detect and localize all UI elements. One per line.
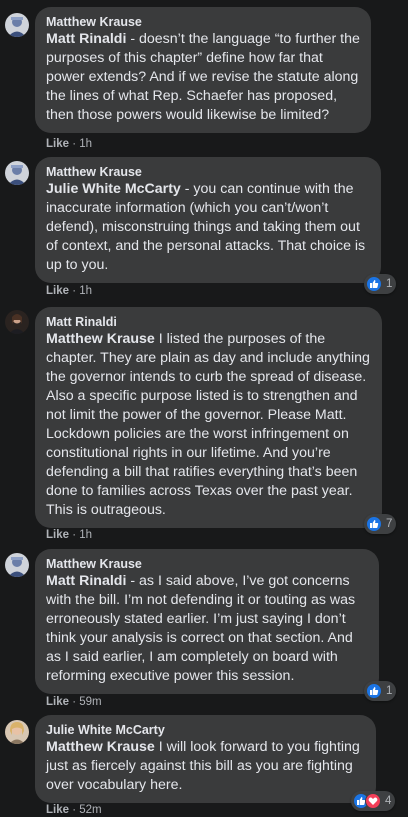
comment-body: - as I said above, I’ve got concerns wit…: [46, 573, 356, 684]
reaction-summary[interactable]: 4: [351, 791, 396, 811]
comment-bubble: Matt Rinaldi Matthew Krause I listed the…: [35, 307, 382, 528]
meta-separator: ·: [69, 529, 80, 541]
reaction-count: 7: [386, 518, 393, 530]
avatar[interactable]: [5, 310, 29, 334]
reaction-summary[interactable]: 1: [364, 681, 397, 701]
comment-author[interactable]: Julie White McCarty: [46, 722, 365, 738]
mention-link[interactable]: Matthew Krause: [46, 739, 155, 755]
reaction-count: 1: [386, 685, 393, 697]
comment-meta: Like · 1h: [46, 137, 92, 151]
reaction-summary[interactable]: 1: [364, 274, 397, 294]
comment-body: I listed the purposes of the chapter. Th…: [46, 331, 370, 518]
comment-timestamp[interactable]: 1h: [79, 138, 92, 150]
comment-author[interactable]: Matthew Krause: [46, 14, 360, 30]
comment-meta: Like · 52m: [46, 803, 102, 817]
comment-bubble: Julie White McCarty Matthew Krause I wil…: [35, 715, 376, 803]
meta-separator: ·: [69, 285, 80, 297]
meta-separator: ·: [69, 138, 80, 150]
comment-text: Matthew Krause I listed the purposes of …: [46, 330, 371, 520]
mention-link[interactable]: Matt Rinaldi: [46, 31, 126, 47]
heart-icon: [365, 793, 381, 809]
reaction-summary[interactable]: 7: [364, 514, 397, 534]
thumbs-up-icon: [366, 683, 382, 699]
comment-timestamp[interactable]: 1h: [79, 529, 92, 541]
avatar-image: [5, 720, 29, 744]
avatar[interactable]: [5, 720, 29, 744]
mention-link[interactable]: Julie White McCarty: [46, 181, 181, 197]
avatar-image: [5, 161, 29, 185]
comment-author[interactable]: Matthew Krause: [46, 164, 370, 180]
comment-text: Matt Rinaldi - doesn’t the language “to …: [46, 30, 360, 125]
comment-meta: Like · 59m: [46, 695, 102, 709]
comment-text: Julie White McCarty - you can continue w…: [46, 180, 370, 275]
comment-bubble: Matthew Krause Julie White McCarty - you…: [35, 157, 381, 283]
like-button[interactable]: Like: [46, 285, 69, 297]
like-button[interactable]: Like: [46, 529, 69, 541]
reaction-count: 4: [385, 795, 392, 807]
avatar-image: [5, 13, 29, 37]
reaction-count: 1: [386, 278, 393, 290]
comment-bubble: Matthew Krause Matt Rinaldi - doesn’t th…: [35, 7, 371, 133]
comment-text: Matthew Krause I will look forward to yo…: [46, 738, 365, 795]
thumbs-up-icon: [366, 276, 382, 292]
comment-author[interactable]: Matthew Krause: [46, 556, 368, 572]
avatar[interactable]: [5, 161, 29, 185]
meta-separator: ·: [69, 804, 80, 816]
like-button[interactable]: Like: [46, 696, 69, 708]
comment-timestamp[interactable]: 52m: [79, 804, 101, 816]
comment-timestamp[interactable]: 1h: [79, 285, 92, 297]
comment-meta: Like · 1h: [46, 284, 92, 298]
comment-bubble: Matthew Krause Matt Rinaldi - as I said …: [35, 549, 379, 694]
comment-meta: Like · 1h: [46, 528, 92, 542]
avatar[interactable]: [5, 13, 29, 37]
mention-link[interactable]: Matt Rinaldi: [46, 573, 126, 589]
avatar-image: [5, 310, 29, 334]
avatar-image: [5, 553, 29, 577]
like-button[interactable]: Like: [46, 138, 69, 150]
comment-timestamp[interactable]: 59m: [79, 696, 101, 708]
thumbs-up-icon: [366, 516, 382, 532]
comment-text: Matt Rinaldi - as I said above, I’ve got…: [46, 572, 368, 686]
meta-separator: ·: [69, 696, 80, 708]
mention-link[interactable]: Matthew Krause: [46, 331, 155, 347]
comment-author[interactable]: Matt Rinaldi: [46, 314, 371, 330]
avatar[interactable]: [5, 553, 29, 577]
like-button[interactable]: Like: [46, 804, 69, 816]
